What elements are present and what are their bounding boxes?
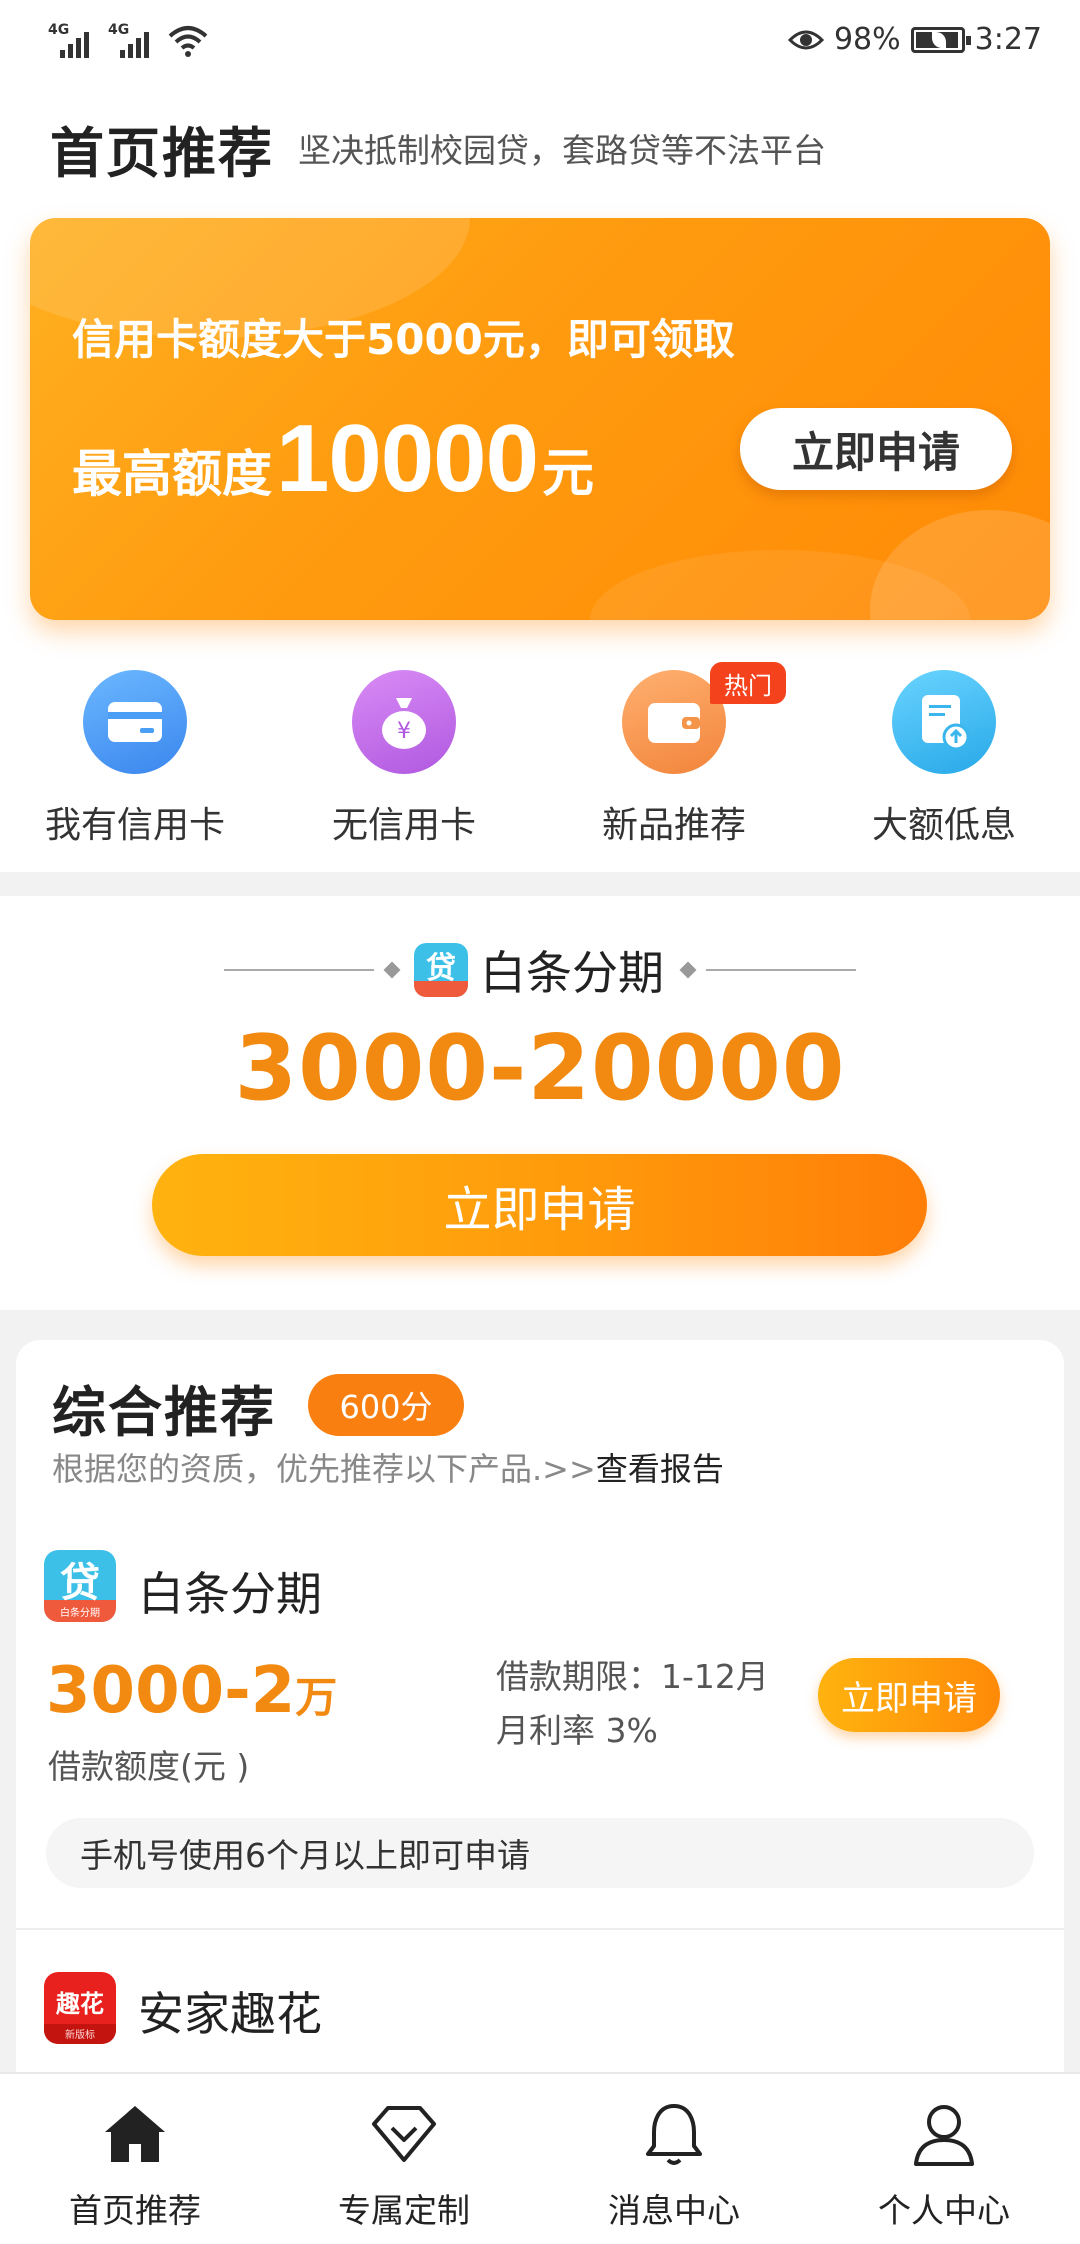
tab-label: 个人中心 xyxy=(878,2191,1010,2230)
status-right: 98% 3:27 xyxy=(787,22,1042,57)
product-logo-subtext: 新版标 xyxy=(65,2028,95,2041)
product-logo-text: 贷 xyxy=(60,1560,100,1606)
page-subtitle: 坚决抵制校园贷，套路贷等不法平台 xyxy=(298,131,826,170)
credit-score-badge: 600分 xyxy=(308,1374,464,1436)
quick-nav: 我有信用卡 ¥ 无信用卡 热门 新品推荐 大额低息 xyxy=(0,662,1080,866)
wallet-icon: 热门 xyxy=(622,662,786,774)
product-amount-label: 借款额度(元 ) xyxy=(48,1747,250,1786)
user-icon xyxy=(914,2105,974,2166)
credit-card-icon xyxy=(83,670,187,774)
banner-amount-prefix: 最高额度 xyxy=(72,445,272,503)
bottom-nav: 首页推荐 专属定制 消息中心 个人中心 xyxy=(0,2072,1080,2244)
home-icon xyxy=(105,2106,165,2162)
product-logo-text: 趣花 xyxy=(55,1990,104,2018)
featured-apply-button[interactable]: 立即申请 xyxy=(152,1154,927,1256)
product-amount: 3000-2万 xyxy=(46,1654,337,1728)
featured-product-name: 白条分期 xyxy=(480,946,664,1000)
promo-banner[interactable]: 信用卡额度大于5000元，即可领取 最高额度 10000 元 立即申请 xyxy=(30,218,1050,620)
section-divider xyxy=(0,872,1080,896)
wifi-icon xyxy=(168,26,208,57)
signal-icon: 4G xyxy=(108,22,154,58)
product-name: 白条分期 xyxy=(138,1567,322,1621)
featured-amount-range: 3000-20000 xyxy=(234,1016,846,1121)
diamond-icon xyxy=(372,2106,436,2162)
product-divider xyxy=(16,1928,1064,1930)
banner-amount: 10000 xyxy=(276,405,539,512)
tab-label: 消息中心 xyxy=(608,2191,740,2230)
product-meta: 借款期限：1-12月 月利率 3% xyxy=(496,1650,769,1758)
loan-logo-icon: 贷 xyxy=(414,943,468,997)
tab-messages[interactable]: 消息中心 xyxy=(574,2098,774,2232)
quick-nav-no-credit-card[interactable]: ¥ 无信用卡 xyxy=(294,670,514,848)
quick-nav-new-products[interactable]: 热门 新品推荐 xyxy=(564,662,786,848)
quick-nav-label: 新品推荐 xyxy=(601,805,746,846)
product-amount-unit: 万 xyxy=(295,1673,338,1722)
tab-profile[interactable]: 个人中心 xyxy=(844,2098,1044,2232)
clock: 3:27 xyxy=(974,22,1042,57)
battery-percent: 98% xyxy=(833,22,901,57)
loan-logo-icon: 贷 白条分期 xyxy=(44,1550,116,1622)
signal-icon: 4G xyxy=(48,22,94,58)
recommend-subtitle-text: 根据您的资质，优先推荐以下产品.>> xyxy=(52,1450,596,1488)
tab-label: 专属定制 xyxy=(338,2191,470,2230)
product-rate: 月利率 3% xyxy=(496,1711,658,1750)
product-requirement-note: 手机号使用6个月以上即可申请 xyxy=(46,1818,1034,1888)
document-upload-icon xyxy=(892,670,996,774)
battery-icon xyxy=(910,26,971,53)
featured-logo-text: 贷 xyxy=(426,951,456,986)
quick-nav-label: 无信用卡 xyxy=(331,805,476,846)
quick-nav-has-credit-card[interactable]: 我有信用卡 xyxy=(25,670,245,848)
recommend-subtitle: 根据您的资质，优先推荐以下产品.>>查看报告 xyxy=(52,1444,724,1490)
quick-nav-large-low-interest[interactable]: 大额低息 xyxy=(834,670,1054,848)
recommend-title: 综合推荐 xyxy=(52,1381,276,1444)
page-title: 首页推荐 xyxy=(50,121,274,185)
tab-custom[interactable]: 专属定制 xyxy=(304,2098,504,2232)
product-logo-subtext: 白条分期 xyxy=(60,1606,100,1619)
svg-text:¥: ¥ xyxy=(397,719,411,744)
banner-headline: 信用卡额度大于5000元，即可领取 xyxy=(72,315,735,364)
product-item[interactable]: 趣花 新版标 安家趣花 xyxy=(16,1972,1064,2072)
page-header: 首页推荐 坚决抵制校园贷，套路贷等不法平台 xyxy=(50,108,826,188)
quick-nav-label: 大额低息 xyxy=(871,805,1016,846)
bell-icon xyxy=(646,2104,702,2165)
product-amount-value: 3000-2 xyxy=(46,1654,296,1728)
status-bar: 4G 4G 98% 3:27 xyxy=(0,0,1080,84)
banner-amount-unit: 元 xyxy=(541,444,594,504)
tab-home[interactable]: 首页推荐 xyxy=(35,2098,235,2232)
product-apply-button[interactable]: 立即申请 xyxy=(818,1658,1000,1732)
featured-product: 贷 白条分期 3000-20000 立即申请 xyxy=(0,896,1080,1310)
status-left: 4G 4G xyxy=(48,22,208,58)
recommend-card: 综合推荐 600分 根据您的资质，优先推荐以下产品.>>查看报告 贷 白条分期 … xyxy=(16,1340,1064,2100)
money-bag-icon: ¥ xyxy=(352,670,456,774)
banner-amount-line: 最高额度 10000 元 xyxy=(72,404,594,514)
product-term: 借款期限：1-12月 xyxy=(496,1657,769,1696)
product-name: 安家趣花 xyxy=(138,1987,322,2041)
tab-label: 首页推荐 xyxy=(69,2191,201,2230)
quick-nav-label: 我有信用卡 xyxy=(44,805,225,846)
view-report-link[interactable]: 查看报告 xyxy=(596,1450,724,1488)
featured-header: 贷 白条分期 xyxy=(0,938,1080,1002)
quhua-logo-icon: 趣花 新版标 xyxy=(44,1972,116,2044)
eye-comfort-icon xyxy=(787,30,824,49)
banner-apply-button[interactable]: 立即申请 xyxy=(740,408,1012,490)
hot-badge: 热门 xyxy=(710,662,786,704)
